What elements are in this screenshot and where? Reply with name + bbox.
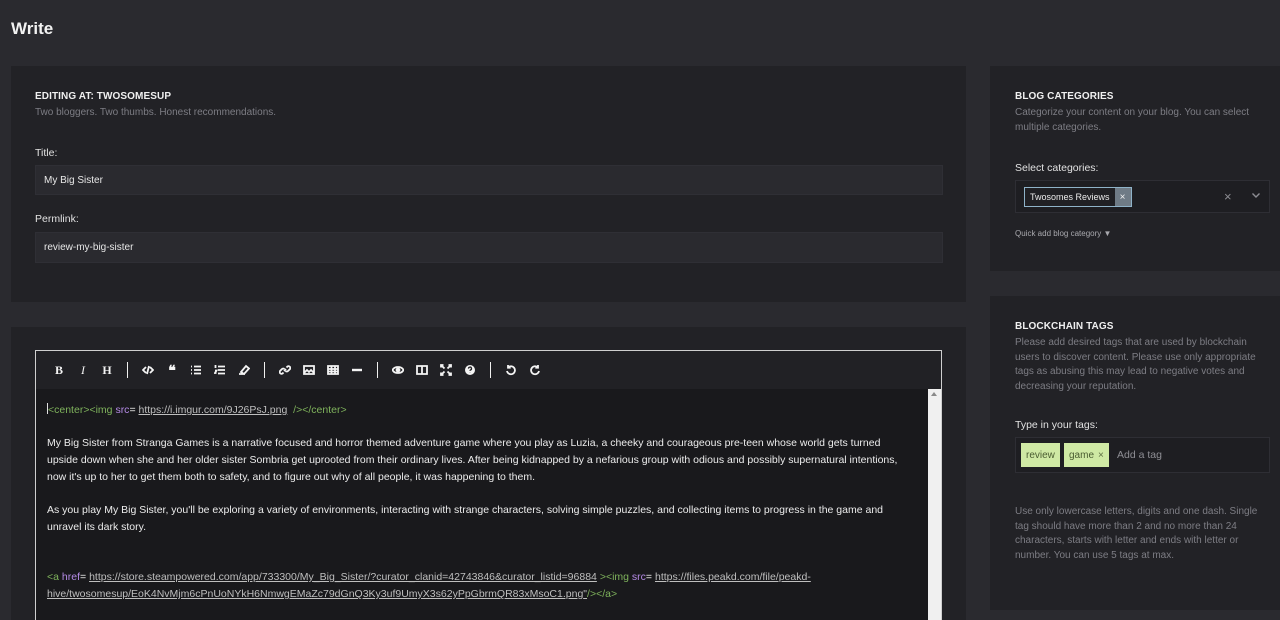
title-input[interactable]: My Big Sister xyxy=(35,165,943,195)
link-icon[interactable] xyxy=(273,358,297,382)
code-tag: <center> xyxy=(48,404,90,416)
select-categories-label: Select categories: xyxy=(1015,162,1099,174)
editor-scrollbar[interactable] xyxy=(928,389,941,620)
tag-chip-label: game xyxy=(1069,449,1095,461)
tags-input[interactable]: review game × Add a tag xyxy=(1015,437,1270,473)
image-icon[interactable] xyxy=(297,358,321,382)
bold-icon[interactable]: B xyxy=(47,358,71,382)
code-eq: = xyxy=(645,571,653,583)
toolbar-separator xyxy=(127,362,128,378)
redo-icon[interactable] xyxy=(523,358,547,382)
category-chip-label: Twosomes Reviews xyxy=(1025,188,1115,206)
title-input-value: My Big Sister xyxy=(44,174,103,186)
toolbar-separator xyxy=(264,362,265,378)
markdown-editor[interactable]: <center><img src= https://i.imgur.com/9J… xyxy=(35,389,942,620)
category-chip: Twosomes Reviews × xyxy=(1024,187,1132,207)
editing-heading: EDITING AT: TWOSOMESUP xyxy=(35,91,172,102)
code-tag: <a xyxy=(47,571,59,583)
code-eq: = xyxy=(80,571,87,583)
categories-heading: BLOG CATEGORIES xyxy=(1015,91,1114,102)
numbered-list-icon[interactable] xyxy=(208,358,232,382)
permlink-input[interactable]: review-my-big-sister xyxy=(35,232,943,263)
image-url-part2: hive/twosomesup/EoK4NvMjm6cPnUoNYkH6Nmwg… xyxy=(47,588,584,600)
code-icon[interactable] xyxy=(136,358,160,382)
blog-categories-panel: BLOG CATEGORIES Categorize your content … xyxy=(990,66,1280,271)
toolbar-separator xyxy=(377,362,378,378)
heading-icon[interactable]: H xyxy=(95,358,119,382)
tag-chip[interactable]: review xyxy=(1021,443,1060,467)
quick-add-category-link[interactable]: Quick add blog category ▼ xyxy=(1015,229,1111,238)
table-icon[interactable] xyxy=(321,358,345,382)
scroll-up-arrow-icon[interactable] xyxy=(931,392,937,396)
page-title: Write xyxy=(11,19,54,38)
image-url-part1: https://files.peakd.com/file/peakd- xyxy=(654,571,811,583)
editing-panel: EDITING AT: TWOSOMESUP Two bloggers. Two… xyxy=(11,66,966,302)
help-icon[interactable] xyxy=(458,358,482,382)
code-eq: = xyxy=(129,404,136,416)
preview-icon[interactable] xyxy=(386,358,410,382)
quote-icon[interactable]: ❝ xyxy=(160,358,184,382)
chevron-down-icon[interactable] xyxy=(1250,189,1262,201)
steam-url: https://store.steampowered.com/app/73330… xyxy=(89,571,597,583)
tags-heading: BLOCKCHAIN TAGS xyxy=(1015,321,1114,332)
editor-paragraph-1: My Big Sister from Stranga Games is a na… xyxy=(47,437,898,483)
editor-line-image: <center><img src= https://i.imgur.com/9J… xyxy=(47,402,913,419)
editor-line-link: <a href= https://store.steampowered.com/… xyxy=(47,569,913,603)
clear-selection-icon[interactable]: × xyxy=(1224,189,1232,204)
code-attr: href xyxy=(61,571,80,583)
code-attr: src xyxy=(115,404,130,416)
permlink-label: Permlink: xyxy=(35,213,79,225)
horizontal-rule-icon[interactable] xyxy=(345,358,369,382)
categories-select[interactable]: Twosomes Reviews × × xyxy=(1015,180,1270,213)
title-label: Title: xyxy=(35,147,58,159)
fullscreen-icon[interactable] xyxy=(434,358,458,382)
remove-category-icon[interactable]: × xyxy=(1114,188,1131,206)
tag-chip[interactable]: game × xyxy=(1064,443,1109,467)
undo-icon[interactable] xyxy=(499,358,523,382)
code-tag: /></a> xyxy=(587,588,618,600)
code-tag: <img xyxy=(89,404,113,416)
bulleted-list-icon[interactable] xyxy=(184,358,208,382)
permlink-input-value: review-my-big-sister xyxy=(44,242,134,253)
tag-chip-label: review xyxy=(1026,449,1055,461)
tag-input-placeholder[interactable]: Add a tag xyxy=(1117,449,1162,461)
code-tag: ><img xyxy=(599,571,629,583)
clean-block-icon[interactable] xyxy=(232,358,256,382)
blockchain-tags-panel: BLOCKCHAIN TAGS Please add desired tags … xyxy=(990,296,1280,610)
code-tag: /></center> xyxy=(293,404,347,416)
editor-panel: B I H ❝ <center><img src= https://i.imgu… xyxy=(11,327,966,620)
tags-rules: Use only lowercase letters, digits and o… xyxy=(1015,506,1258,561)
tags-input-label: Type in your tags: xyxy=(1015,419,1098,431)
editing-subheading: Two bloggers. Two thumbs. Honest recomme… xyxy=(35,107,277,118)
side-by-side-icon[interactable] xyxy=(410,358,434,382)
tags-description: Please add desired tags that are used by… xyxy=(1015,337,1256,392)
toolbar-separator xyxy=(490,362,491,378)
remove-tag-icon[interactable]: × xyxy=(1098,450,1104,461)
code-attr: src xyxy=(631,571,646,583)
image-url: https://i.imgur.com/9J26PsJ.png xyxy=(138,404,288,416)
categories-description: Categorize your content on your blog. Yo… xyxy=(1015,107,1250,133)
italic-icon[interactable]: I xyxy=(71,358,95,382)
editor-paragraph-2: As you play My Big Sister, you'll be exp… xyxy=(47,504,883,533)
editor-toolbar: B I H ❝ xyxy=(35,350,942,390)
